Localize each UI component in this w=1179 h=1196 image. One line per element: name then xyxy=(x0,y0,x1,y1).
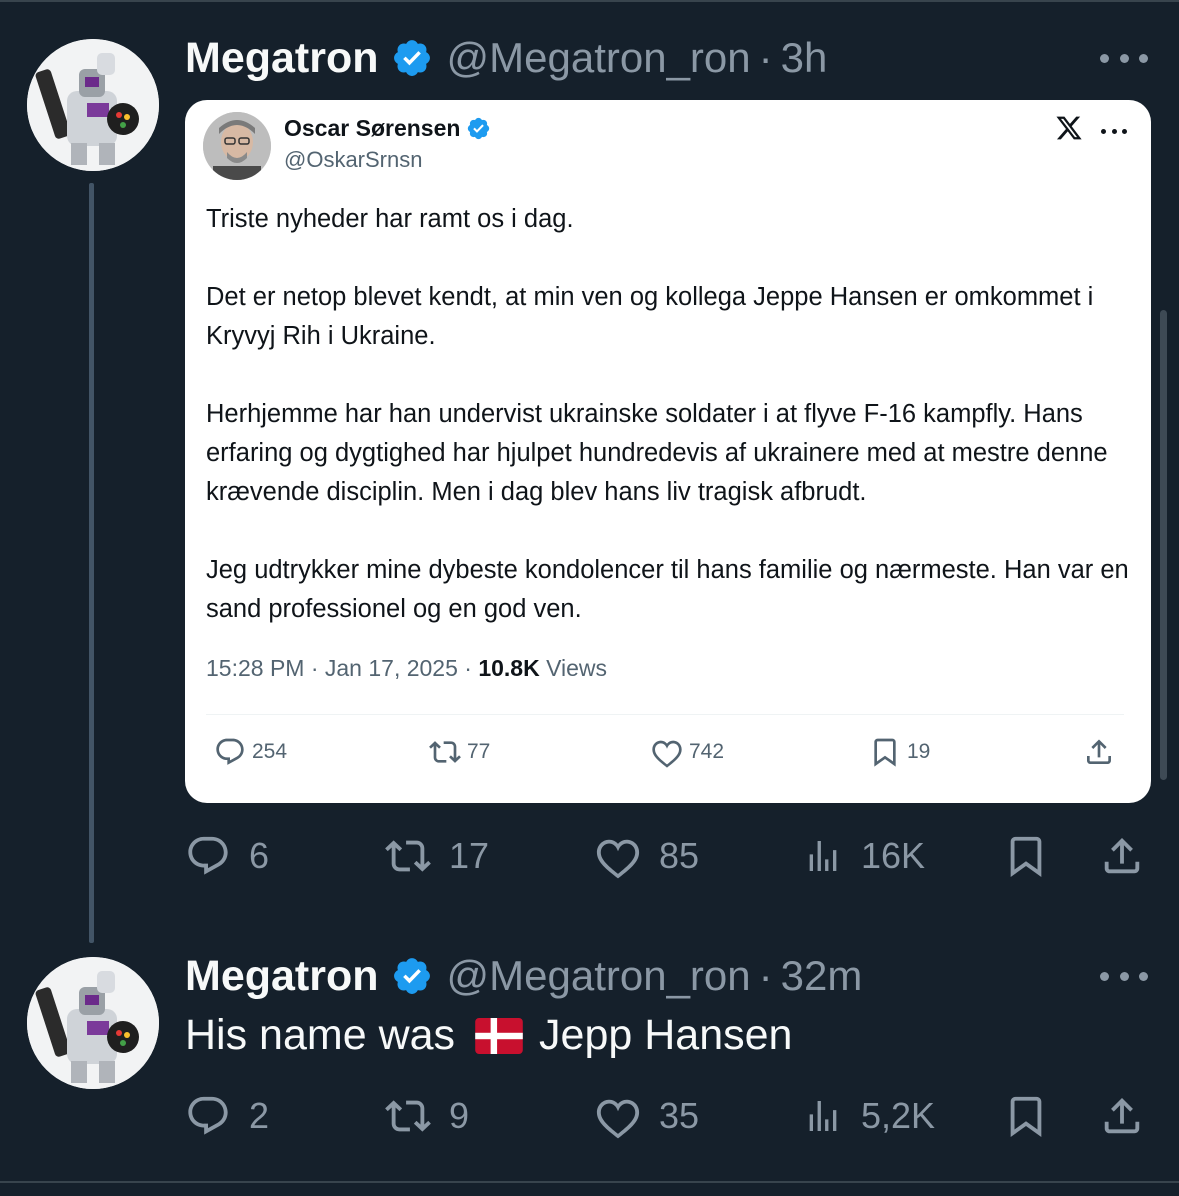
heart-icon xyxy=(596,1099,640,1139)
repost-button[interactable]: 17 xyxy=(385,826,489,886)
quoted-views-count: 10.8K xyxy=(478,655,540,681)
quoted-bookmark-count: 19 xyxy=(907,740,931,763)
reply-icon xyxy=(188,836,228,875)
quoted-views-label: Views xyxy=(539,655,608,681)
heart-icon xyxy=(652,740,682,768)
scrollbar[interactable] xyxy=(1160,310,1167,780)
megatron-avatar-image xyxy=(27,39,159,171)
oscar-avatar-image xyxy=(203,112,271,180)
more-options-icon[interactable] xyxy=(1100,966,1148,986)
timestamp[interactable]: 3h xyxy=(781,34,828,82)
tweet-header: Megatron @Megatron_ron · 3h xyxy=(185,28,827,88)
like-button[interactable]: 35 xyxy=(595,1086,699,1146)
verified-badge-icon xyxy=(393,40,430,76)
share-icon xyxy=(1104,837,1140,874)
reply-button[interactable]: 2 xyxy=(185,1086,269,1146)
share-button[interactable] xyxy=(1099,1086,1163,1146)
views-count: 5,2K xyxy=(861,1095,936,1136)
separator-dot: · xyxy=(758,952,773,999)
quoted-tweet-body: Triste nyheder har ramt os i dag. Det er… xyxy=(206,200,1136,668)
tweet-action-bar: 6 17 85 16K xyxy=(185,826,1145,886)
quoted-author-handle: @OskarSrnsn xyxy=(284,147,423,172)
reply-icon xyxy=(216,738,244,765)
repost-icon xyxy=(429,741,461,763)
top-divider xyxy=(0,0,1179,2)
tweet-header: Megatron @Megatron_ron · 32m xyxy=(185,946,862,1006)
views-count: 16K xyxy=(861,835,926,876)
like-count: 85 xyxy=(659,835,700,876)
repost-button[interactable]: 9 xyxy=(385,1086,469,1146)
quoted-author-row: Oscar Sørensen xyxy=(284,115,491,142)
megatron-avatar-image xyxy=(27,957,159,1089)
avatar[interactable] xyxy=(27,39,159,171)
tweet-action-bar: 2 9 35 5,2K xyxy=(185,1086,1145,1146)
reply-count: 6 xyxy=(249,835,270,876)
quoted-like-stat: 742 xyxy=(651,736,724,768)
bookmark-icon xyxy=(874,738,896,767)
quoted-paragraph: Herhjemme har han undervist ukrainske so… xyxy=(206,400,1108,506)
timestamp[interactable]: 32m xyxy=(781,952,863,1000)
more-options-icon[interactable] xyxy=(1100,48,1148,68)
x-logo-icon xyxy=(1055,114,1083,150)
like-count: 35 xyxy=(659,1095,700,1136)
author-handle[interactable]: @Megatron_ron xyxy=(447,952,751,1000)
repost-count: 9 xyxy=(449,1095,470,1136)
quoted-repost-stat: 77 xyxy=(429,736,490,768)
author-name[interactable]: Megatron xyxy=(185,952,379,1001)
thread-connector-line xyxy=(89,183,94,943)
quoted-verified-badge-icon xyxy=(468,117,490,140)
repost-count: 17 xyxy=(449,835,490,876)
tweet-text: His name was Jepp Hansen xyxy=(185,1011,792,1060)
quoted-repost-count: 77 xyxy=(467,740,491,763)
bookmark-button[interactable] xyxy=(1003,826,1067,886)
views-button[interactable]: 16K xyxy=(803,826,925,886)
bookmark-button[interactable] xyxy=(1003,1086,1067,1146)
x-logo-svg xyxy=(1056,116,1082,140)
share-button[interactable] xyxy=(1099,826,1163,886)
verified-badge-icon xyxy=(393,958,430,994)
bookmark-icon xyxy=(1010,836,1042,877)
quoted-meta: 15:28 PM · Jan 17, 2025 · 10.8K Views xyxy=(206,655,607,682)
separator-dot: · xyxy=(758,34,773,81)
quoted-share-stat xyxy=(1083,736,1121,768)
reply-button[interactable]: 6 xyxy=(185,826,269,886)
views-button[interactable]: 5,2K xyxy=(803,1086,935,1146)
quoted-reply-stat: 254 xyxy=(214,736,287,768)
share-icon xyxy=(1087,739,1111,764)
danish-flag-icon xyxy=(475,1017,523,1054)
analytics-icon xyxy=(809,841,837,871)
author-name[interactable]: Megatron xyxy=(185,34,379,83)
repost-icon xyxy=(385,840,431,872)
quoted-timestamp: 15:28 PM · Jan 17, 2025 · xyxy=(206,655,479,681)
quoted-divider xyxy=(206,714,1124,715)
quoted-avatar xyxy=(203,112,271,180)
analytics-icon xyxy=(809,1101,837,1131)
quoted-paragraph: Jeg udtrykker mine dybeste kondolencer t… xyxy=(206,556,1129,623)
embedded-screenshot-card[interactable]: Oscar Sørensen @OskarSrnsn Triste nyhede… xyxy=(185,100,1151,803)
quoted-bookmark-stat: 19 xyxy=(869,736,930,768)
repost-icon xyxy=(385,1100,431,1132)
bookmark-icon xyxy=(1010,1096,1042,1137)
share-icon xyxy=(1104,1097,1140,1134)
like-button[interactable]: 85 xyxy=(595,826,699,886)
quoted-author-name: Oscar Sørensen xyxy=(284,115,461,141)
tweet-text-after-flag: Jepp Hansen xyxy=(539,1011,793,1059)
reply-count: 2 xyxy=(249,1095,270,1136)
quoted-paragraph: Triste nyheder har ramt os i dag. xyxy=(206,205,574,233)
quoted-reply-count: 254 xyxy=(252,740,288,763)
quoted-paragraph: Det er netop blevet kendt, at min ven og… xyxy=(206,283,1094,350)
quoted-like-count: 742 xyxy=(689,740,725,763)
bottom-divider xyxy=(0,1181,1179,1183)
author-handle[interactable]: @Megatron_ron xyxy=(447,34,751,82)
quoted-more-icon xyxy=(1101,129,1127,134)
tweet-text-before-flag: His name was xyxy=(185,1011,456,1059)
avatar[interactable] xyxy=(27,957,159,1089)
reply-icon xyxy=(188,1096,228,1135)
heart-icon xyxy=(596,839,640,879)
